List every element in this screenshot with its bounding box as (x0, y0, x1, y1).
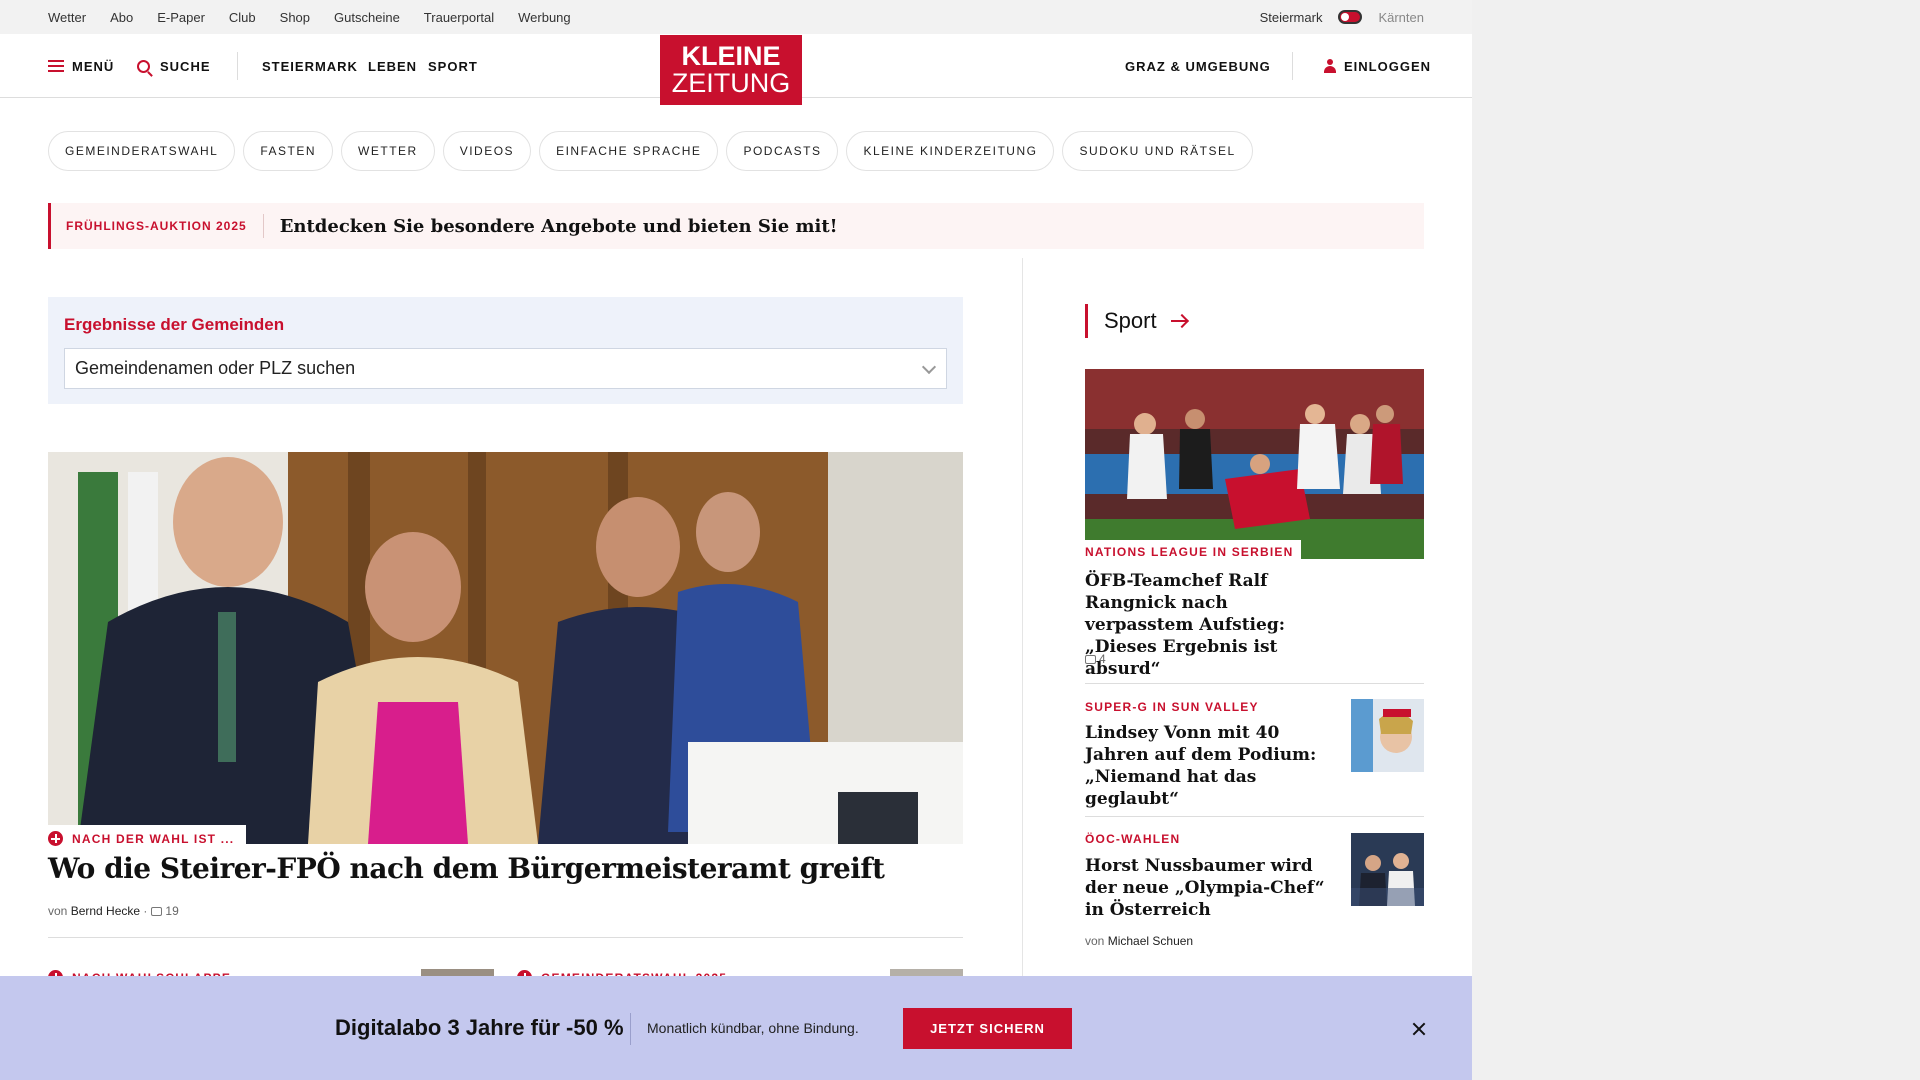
sport-divider-2 (1085, 816, 1424, 817)
sport-divider-1 (1085, 683, 1424, 684)
topic-videos[interactable]: VIDEOS (442, 131, 532, 171)
menu-button[interactable]: MENÜ (48, 34, 114, 98)
util-link-wetter[interactable]: Wetter (48, 10, 86, 25)
search-icon (137, 59, 150, 73)
utility-bar: Wetter Abo E-Paper Club Shop Gutscheine … (0, 0, 1472, 34)
hero-image[interactable] (48, 452, 963, 844)
logo-line1: KLEINE (681, 41, 781, 71)
logo-line2: ZEITUNG (671, 68, 791, 98)
sport-article-1-comments[interactable]: 4 (1085, 652, 1106, 666)
topic-sudoku[interactable]: SUDOKU UND RÄTSEL (1062, 131, 1253, 171)
sport-section-header[interactable]: Sport (1085, 304, 1187, 338)
hero-byline: von Bernd Hecke · 19 (48, 904, 179, 918)
hero-comment-count[interactable]: 19 (165, 904, 178, 918)
subscription-headline: Digitalabo 3 Jahre für -50 % (335, 1015, 624, 1040)
utility-links: Wetter Abo E-Paper Club Shop Gutscheine … (48, 0, 595, 34)
sport-article-3-author[interactable]: Michael Schuen (1108, 934, 1193, 948)
util-link-abo[interactable]: Abo (110, 10, 133, 25)
results-widget: Ergebnisse der Gemeinden Gemeindenamen o… (48, 297, 963, 404)
chevron-down-icon (921, 359, 937, 375)
menu-label: MENÜ (72, 58, 115, 74)
promo-tag: FRÜHLINGS-AUKTION 2025 (51, 214, 264, 238)
login-label: EINLOGGEN (1344, 58, 1432, 74)
header-divider-right (1292, 52, 1293, 80)
subscription-bar: Digitalabo 3 Jahre für -50 % Monatlich k… (0, 976, 1472, 1080)
topic-kinderzeitung[interactable]: KLEINE KINDERZEITUNG (846, 131, 1055, 171)
municipality-select-placeholder: Gemeindenamen oder PLZ suchen (75, 358, 356, 378)
close-icon[interactable] (1409, 1019, 1429, 1039)
empty-side-area (1472, 0, 1920, 1080)
subscription-note: Monatlich kündbar, ohne Bindung. (647, 1020, 859, 1036)
util-link-trauerportal[interactable]: Trauerportal (424, 10, 494, 25)
promo-banner[interactable]: FRÜHLINGS-AUKTION 2025 Entdecken Sie bes… (48, 203, 1424, 249)
region-switch: Steiermark Kärnten (1260, 0, 1424, 34)
header-divider (237, 52, 238, 80)
topic-gemeinderatswahl[interactable]: GEMEINDERATSWAHL (48, 131, 236, 171)
sport-article-2-photo (1351, 699, 1424, 772)
page: Wetter Abo E-Paper Club Shop Gutscheine … (0, 0, 1472, 1080)
topic-podcasts[interactable]: PODCASTS (726, 131, 839, 171)
topic-wetter[interactable]: WETTER (341, 131, 435, 171)
sport-article-2-kicker[interactable]: SUPER-G IN SUN VALLEY (1085, 700, 1259, 714)
topic-einfache-sprache[interactable]: EINFACHE SPRACHE (539, 131, 719, 171)
sport-article-3-thumb[interactable] (1351, 833, 1424, 906)
region-graz-link[interactable]: GRAZ & UMGEBUNG (1125, 34, 1271, 98)
login-button[interactable]: EINLOGGEN (1324, 34, 1431, 98)
region-toggle[interactable] (1338, 10, 1363, 24)
sport-section-title: Sport (1104, 308, 1157, 333)
hero-headline[interactable]: Wo die Steirer-FPÖ nach dem Bürgermeiste… (48, 852, 885, 885)
hero-author[interactable]: Bernd Hecke (71, 904, 140, 918)
util-link-werbung[interactable]: Werbung (518, 10, 571, 25)
sport-article-3-photo (1351, 833, 1424, 906)
byline-separator: · (143, 904, 148, 918)
nav-leben[interactable]: LEBEN (368, 34, 417, 98)
sport-article-3-byline: von Michael Schuen (1085, 934, 1193, 948)
comment-icon (151, 906, 163, 916)
sport-article-3-kicker[interactable]: ÖOC-WAHLEN (1085, 832, 1180, 846)
sport-lead-image[interactable] (1085, 369, 1424, 559)
topic-fasten[interactable]: FASTEN (243, 131, 334, 171)
promo-text: Entdecken Sie besondere Angebote und bie… (279, 215, 838, 237)
plus-icon (48, 831, 63, 846)
results-title: Ergebnisse der Gemeinden (64, 315, 285, 334)
sport-article-2-title[interactable]: Lindsey Vonn mit 40 Jahren auf dem Podiu… (1085, 722, 1335, 810)
comment-icon (1085, 654, 1096, 664)
sport-article-1-title[interactable]: ÖFB-Teamchef Ralf Rangnick nach verpasst… (1085, 570, 1335, 680)
search-label: SUCHE (160, 58, 211, 74)
util-link-club[interactable]: Club (229, 10, 256, 25)
region-steiermark[interactable]: Steiermark (1260, 10, 1323, 25)
municipality-select[interactable]: Gemeindenamen oder PLZ suchen (64, 348, 947, 389)
subscription-divider (630, 1013, 631, 1045)
nav-sport[interactable]: SPORT (428, 34, 478, 98)
util-link-gutscheine[interactable]: Gutscheine (334, 10, 400, 25)
hero-kicker[interactable]: NACH DER WAHL IST ... (48, 825, 247, 850)
hero-kicker-text: NACH DER WAHL IST ... (72, 831, 235, 846)
topic-pills: GEMEINDERATSWAHL FASTEN WETTER VIDEOS EI… (48, 131, 1253, 171)
column-divider (1022, 258, 1023, 978)
hamburger-icon (48, 60, 64, 72)
sport-photo (1085, 369, 1424, 559)
hero-divider (48, 937, 963, 938)
byline-prefix: von (48, 904, 68, 918)
sport-article-2-thumb[interactable] (1351, 699, 1424, 772)
sport-article-1-kicker[interactable]: NATIONS LEAGUE IN SERBIEN (1085, 545, 1293, 559)
search-button[interactable]: SUCHE (137, 34, 211, 98)
sport-article-3-title[interactable]: Horst Nussbaumer wird der neue „Olympia-… (1085, 855, 1335, 921)
sport-article-1-comment-count: 4 (1099, 652, 1106, 666)
util-link-epaper[interactable]: E-Paper (157, 10, 205, 25)
hero-photo (48, 452, 963, 844)
nav-steiermark[interactable]: STEIERMARK (262, 34, 358, 98)
subscribe-button[interactable]: JETZT SICHERN (903, 1008, 1072, 1049)
util-link-shop[interactable]: Shop (280, 10, 310, 25)
user-icon (1324, 59, 1336, 73)
logo[interactable]: KLEINE ZEITUNG (660, 35, 802, 105)
byline-prefix: von (1085, 934, 1105, 948)
region-kaernten[interactable]: Kärnten (1378, 10, 1424, 25)
arrow-right-icon (1170, 320, 1187, 322)
